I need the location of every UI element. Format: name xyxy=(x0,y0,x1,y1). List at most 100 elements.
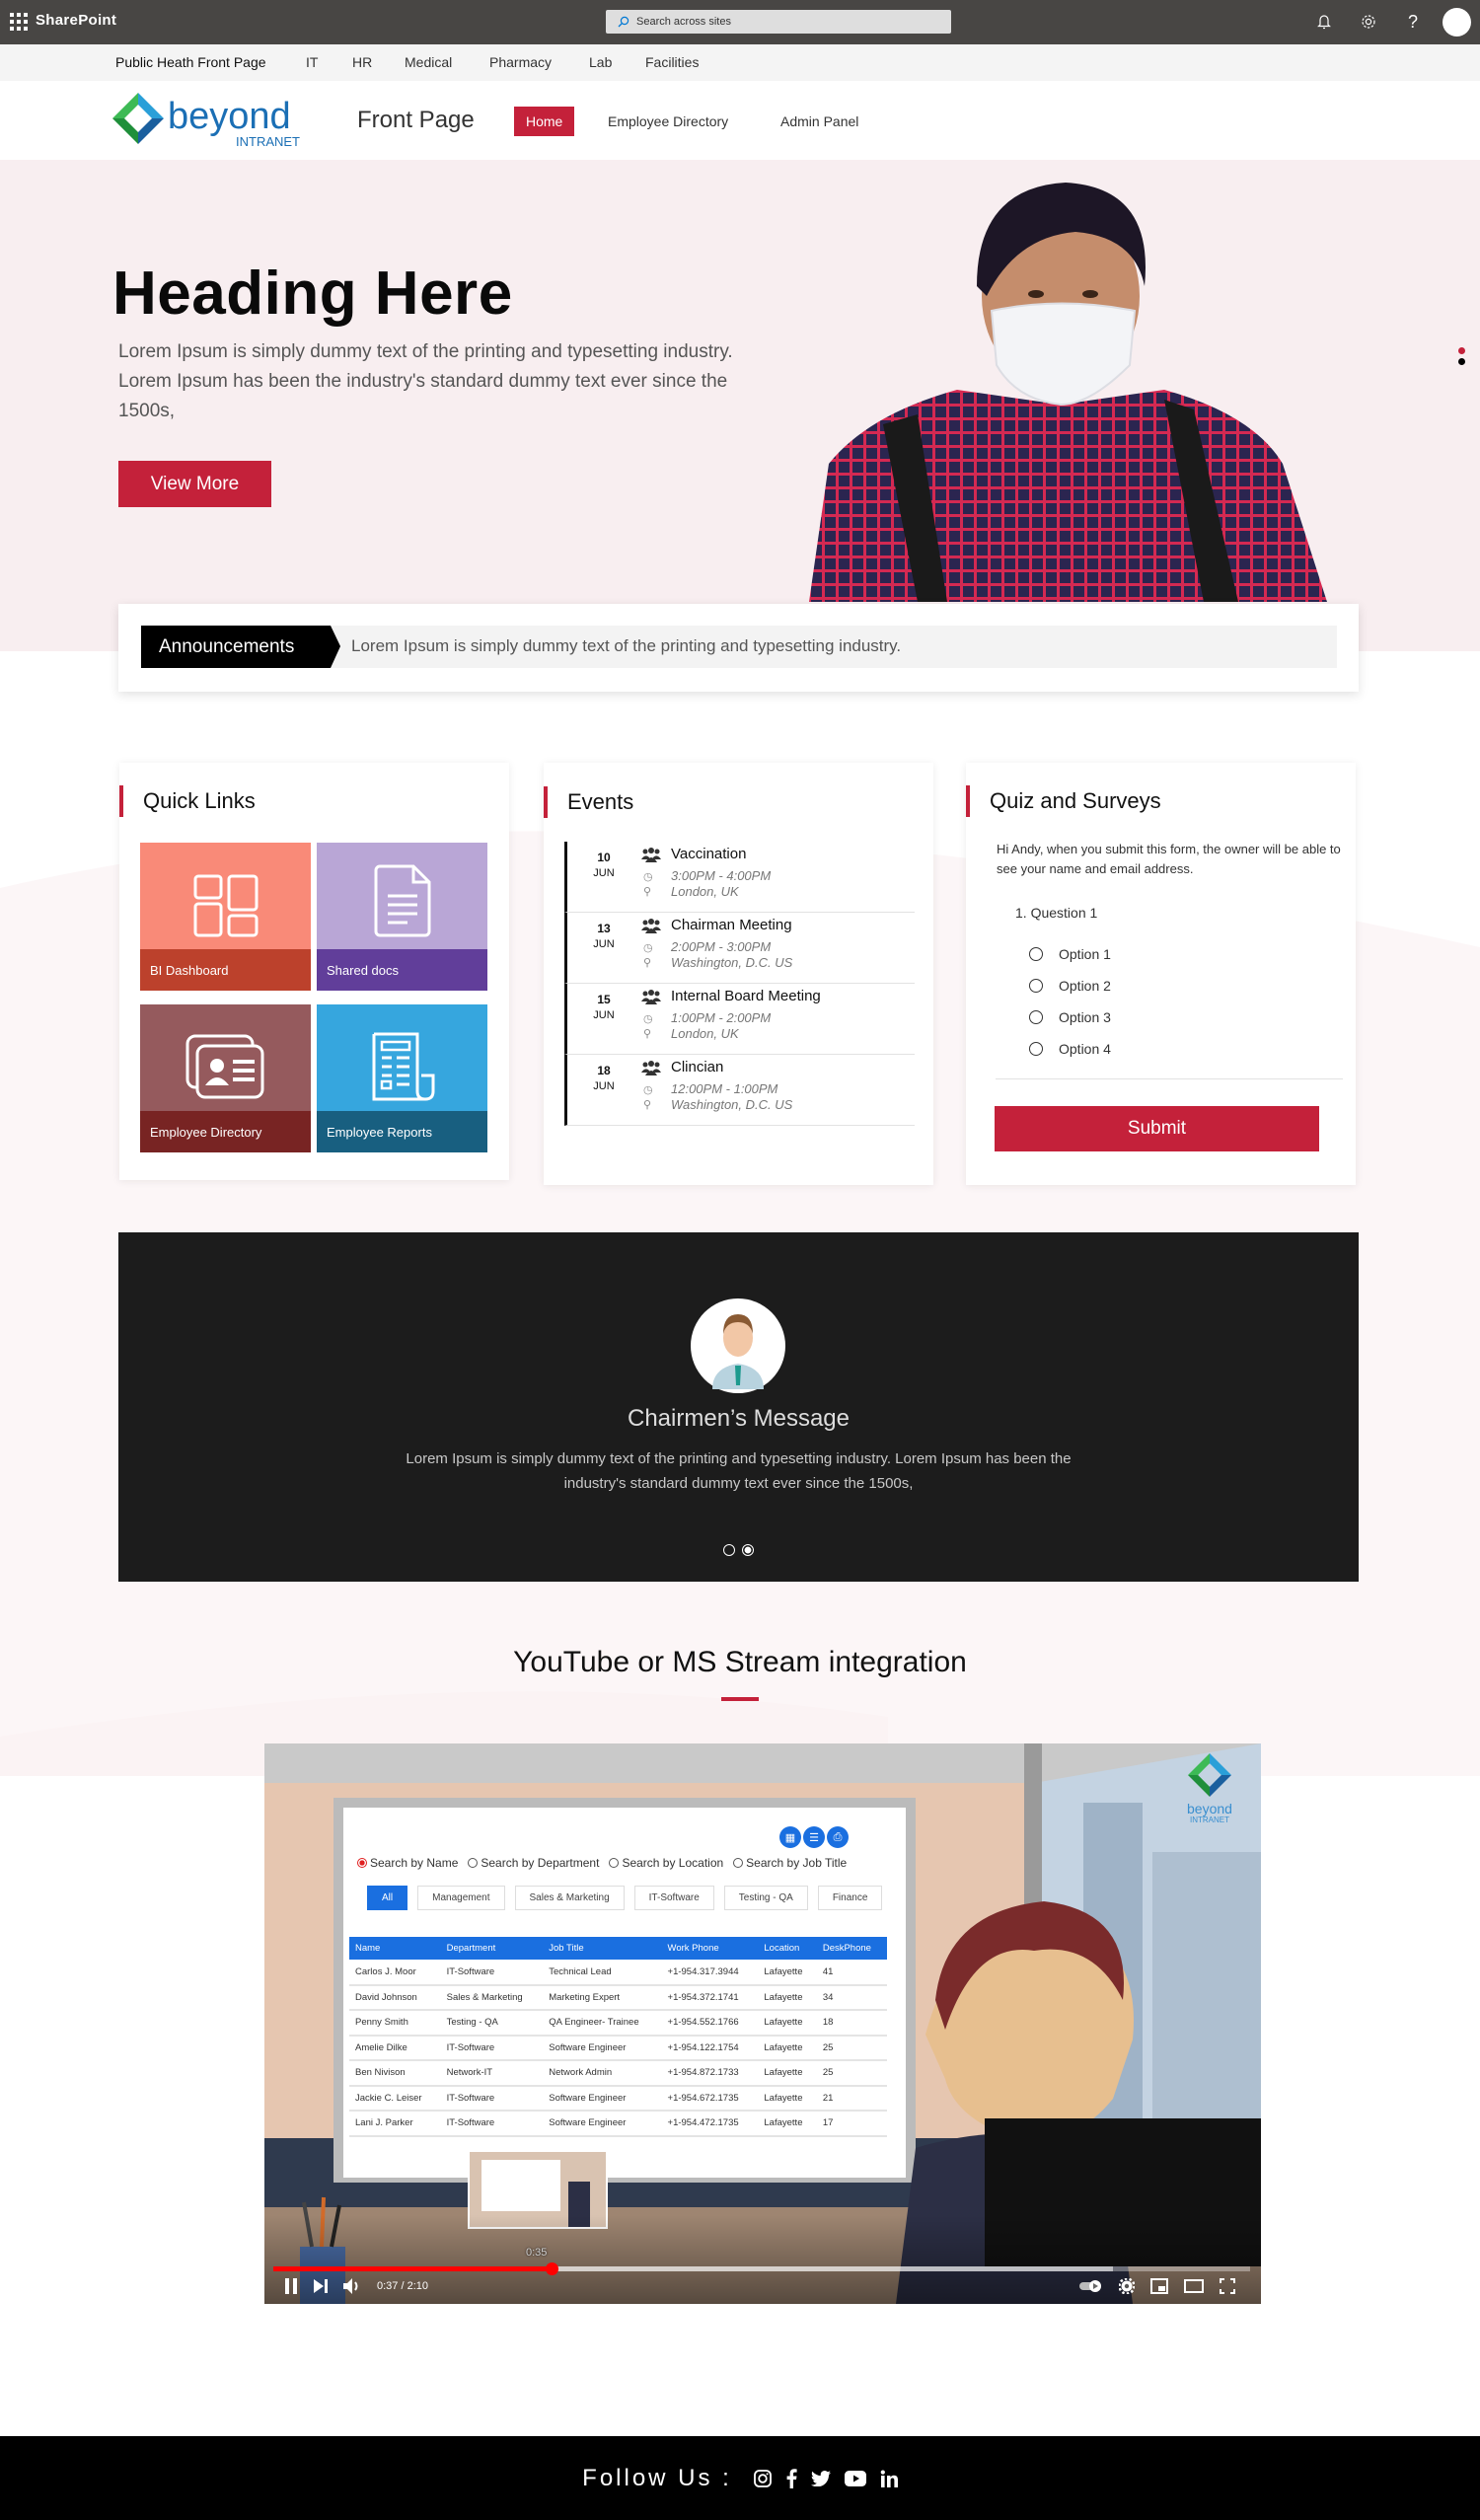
next-icon[interactable] xyxy=(314,2279,328,2293)
app-name[interactable]: SharePoint xyxy=(36,12,116,29)
event-item[interactable]: 15 JUN Internal Board Meeting ◷ 1:00PM - 2:0… xyxy=(564,984,915,1055)
radio-button[interactable] xyxy=(1029,947,1043,961)
quiz-title: Quiz and Surveys xyxy=(966,785,1161,817)
hub-link-it[interactable]: IT xyxy=(306,54,318,70)
announcement-text[interactable]: Lorem Ipsum is simply dummy text of the … xyxy=(351,636,901,656)
autoplay-toggle-icon[interactable] xyxy=(1079,2280,1103,2292)
settings-gear-icon[interactable] xyxy=(1119,2278,1135,2294)
event-name[interactable]: Clincian xyxy=(671,1059,723,1075)
clock-icon: ◷ xyxy=(643,942,653,954)
nav-home[interactable]: Home xyxy=(514,107,575,136)
list-view-icon: ☰ xyxy=(803,1826,825,1848)
help-icon[interactable]: ? xyxy=(1401,10,1425,34)
frame-filters: All Management Sales & Marketing IT-Softwar… xyxy=(367,1886,883,1910)
quick-link-label: Employee Reports xyxy=(317,1111,487,1152)
event-item[interactable]: 18 JUN Clincian ◷ 12:00PM - 1:00PM ⚲ Washingto… xyxy=(564,1055,915,1126)
hub-navigation: Public Heath Front Page IT HR Medical Ph… xyxy=(0,44,1480,81)
hub-link-lab[interactable]: Lab xyxy=(589,54,612,70)
mode-label: Search by Department xyxy=(481,1856,600,1870)
theater-mode-icon[interactable] xyxy=(1184,2279,1204,2293)
frame-employee-table: Name Department Job Title Work Phone Locatio… xyxy=(349,1937,887,2137)
gear-icon[interactable] xyxy=(1357,10,1380,34)
hub-link-hr[interactable]: HR xyxy=(352,54,372,70)
bell-icon[interactable] xyxy=(1312,10,1336,34)
video-player[interactable]: beyond INTRANET ▦ ☰ ⎙ Search by Name Sear… xyxy=(264,1743,1261,2304)
frame-table-cell: +1-954.872.1733 xyxy=(667,2067,739,2079)
location-pin-icon: ⚲ xyxy=(643,957,652,969)
hero-slide-dot-1[interactable] xyxy=(1458,347,1465,354)
location-pin-icon: ⚲ xyxy=(643,1028,652,1040)
nav-employee-directory[interactable]: Employee Directory xyxy=(596,107,740,136)
frame-search-mode: Search by Job Title xyxy=(733,1856,847,1870)
frame-table-row: Lani J. Parker IT-Software Software Engine… xyxy=(349,2111,887,2136)
people-group-icon xyxy=(641,919,661,933)
event-name[interactable]: Internal Board Meeting xyxy=(671,988,821,1004)
clock-icon: ◷ xyxy=(643,1013,653,1025)
frame-table-cell: Lani J. Parker xyxy=(355,2117,413,2129)
frame-table-cell: Sales & Marketing xyxy=(446,1991,523,2003)
youtube-icon[interactable] xyxy=(844,2470,866,2486)
clock-icon: ◷ xyxy=(643,1084,653,1096)
frame-table-cell: Software Engineer xyxy=(549,2041,627,2053)
frame-table-cell: 18 xyxy=(822,2017,834,2029)
event-month: JUN xyxy=(593,867,615,879)
frame-table-cell: Lafayette xyxy=(764,2067,803,2079)
page-title: Front Page xyxy=(357,107,475,133)
facebook-icon[interactable] xyxy=(785,2468,797,2488)
fullscreen-icon[interactable] xyxy=(1220,2278,1235,2294)
pause-icon[interactable] xyxy=(284,2278,298,2294)
search-input[interactable]: Search across sites xyxy=(606,10,951,34)
quiz-intro: Hi Andy, when you submit this form, the … xyxy=(997,842,1341,876)
hub-link-medical[interactable]: Medical xyxy=(405,54,452,70)
quick-link-shared-docs[interactable]: Shared docs xyxy=(317,843,487,991)
video-section-title: YouTube or MS Stream integration xyxy=(513,1646,967,1678)
radio-icon xyxy=(357,1858,367,1868)
frame-search-mode: Search by Name xyxy=(357,1856,458,1870)
progress-track[interactable] xyxy=(273,2262,1250,2275)
option-label: Option 4 xyxy=(1059,1041,1111,1057)
radio-icon xyxy=(609,1858,620,1868)
volume-icon[interactable] xyxy=(343,2278,361,2294)
view-more-button[interactable]: View More xyxy=(118,461,271,507)
twitter-icon[interactable] xyxy=(810,2470,831,2486)
hub-link-pharmacy[interactable]: Pharmacy xyxy=(489,54,552,70)
frame-search-modes: Search by Name Search by Department Search… xyxy=(357,1856,847,1870)
nav-admin-panel[interactable]: Admin Panel xyxy=(769,107,870,136)
hub-site-title[interactable]: Public Heath Front Page xyxy=(115,54,266,70)
hero-slide-dot-2[interactable] xyxy=(1458,358,1465,365)
quick-link-bi-dashboard[interactable]: BI Dashboard xyxy=(140,843,311,991)
submit-button[interactable]: Submit xyxy=(995,1106,1319,1151)
event-name[interactable]: Chairman Meeting xyxy=(671,917,792,933)
quick-link-employee-directory[interactable]: Employee Directory xyxy=(140,1004,311,1152)
frame-table-cell: Network Admin xyxy=(549,2067,613,2079)
quiz-option-1[interactable]: Option 1 xyxy=(1029,946,1111,962)
event-item[interactable]: 13 JUN Chairman Meeting ◷ 2:00PM - 3:00PM ⚲ Wa… xyxy=(564,913,915,984)
contact-card-icon xyxy=(185,1034,263,1099)
avatar[interactable] xyxy=(1443,8,1471,37)
hub-link-facilities[interactable]: Facilities xyxy=(645,54,699,70)
quiz-option-4[interactable]: Option 4 xyxy=(1029,1041,1111,1057)
frame-table-cell: Lafayette xyxy=(764,2041,803,2053)
quick-link-employee-reports[interactable]: Employee Reports xyxy=(317,1004,487,1152)
radio-button[interactable] xyxy=(1029,979,1043,993)
linkedin-icon[interactable] xyxy=(880,2470,898,2487)
site-logo[interactable]: beyond INTRANET xyxy=(112,93,320,153)
quiz-option-2[interactable]: Option 2 xyxy=(1029,978,1111,994)
chairman-slide-dot-1[interactable] xyxy=(723,1544,735,1556)
quick-link-label: BI Dashboard xyxy=(140,949,311,991)
radio-icon xyxy=(733,1858,744,1868)
instagram-icon[interactable] xyxy=(753,2469,772,2487)
frame-table-cell: Ben Nivison xyxy=(355,2067,406,2079)
frame-table-cell: +1-954.672.1735 xyxy=(667,2092,739,2104)
print-icon: ⎙ xyxy=(827,1826,849,1848)
app-launcher-icon[interactable] xyxy=(10,13,28,31)
miniplayer-icon[interactable] xyxy=(1150,2278,1168,2294)
event-name[interactable]: Vaccination xyxy=(671,846,746,862)
event-time: 2:00PM - 3:00PM xyxy=(671,939,772,954)
radio-button[interactable] xyxy=(1029,1042,1043,1056)
event-item[interactable]: 10 JUN Vaccination ◷ 3:00PM - 4:00PM ⚲ London,… xyxy=(564,842,915,913)
radio-button[interactable] xyxy=(1029,1010,1043,1024)
chairman-slide-dot-2[interactable] xyxy=(742,1544,754,1556)
quiz-option-3[interactable]: Option 3 xyxy=(1029,1009,1111,1025)
quiz-divider xyxy=(996,1078,1343,1079)
